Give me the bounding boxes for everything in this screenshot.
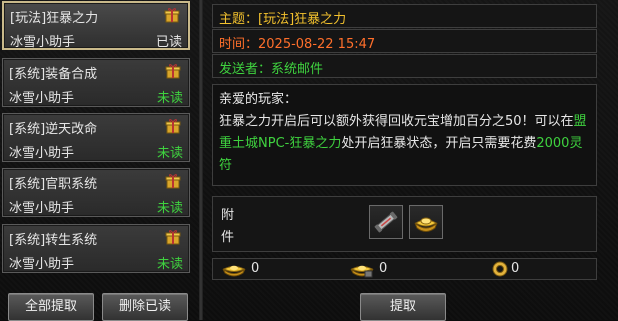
coin-total: 0 (491, 260, 519, 280)
scroll-item-icon (374, 211, 398, 233)
bound-ingot-icon (350, 265, 374, 278)
currency-totals: 0 0 0 (212, 258, 597, 280)
mail-subject: [系统]官职系统 (9, 177, 98, 192)
mail-item[interactable]: [玩法]狂暴之力 冰雪小助手 已读 (2, 1, 190, 50)
coin-total-value: 0 (511, 261, 520, 276)
gold-total-value: 0 (251, 261, 260, 276)
mail-sender: 冰雪小助手 (9, 146, 75, 161)
mail-subject: [系统]逆天改命 (9, 122, 98, 137)
mail-status: 未读 (156, 201, 183, 216)
time-field: 时间：2025-08-22 15:47 (212, 29, 597, 53)
mail-status: 未读 (156, 146, 183, 161)
coin-icon (492, 261, 508, 277)
panel-divider (199, 0, 203, 320)
mail-subject: [玩法]狂暴之力 (10, 11, 99, 26)
gift-icon (165, 174, 181, 189)
mail-sender: 冰雪小助手 (10, 35, 76, 50)
mail-sender: 冰雪小助手 (9, 91, 75, 106)
mail-content-part1: 狂暴之力开启后可以额外获得回收元宝增加百分之50！可以在 (219, 114, 574, 129)
mail-status: 已读 (155, 35, 182, 50)
mail-status: 未读 (156, 257, 183, 272)
gold-total: 0 (221, 260, 259, 280)
gold-ingot-icon (414, 217, 438, 232)
mail-subject: [系统]装备合成 (9, 67, 98, 82)
gift-icon (164, 8, 180, 23)
mail-subject: [系统]转生系统 (9, 233, 98, 248)
gift-icon (165, 64, 181, 79)
attachment-slot[interactable] (409, 205, 443, 239)
gift-icon (165, 119, 181, 134)
mail-body: 亲爱的玩家： 狂暴之力开启后可以额外获得回收元宝增加百分之50！可以在盟重土城N… (212, 84, 597, 186)
attachment-label: 附件 (221, 208, 235, 245)
gift-icon (165, 230, 181, 245)
bound-gold-total-value: 0 (379, 261, 388, 276)
mail-item[interactable]: [系统]转生系统 冰雪小助手 未读 (2, 224, 190, 273)
mail-body-text: 亲爱的玩家： 狂暴之力开启后可以额外获得回收元宝增加百分之50！可以在盟重土城N… (219, 89, 591, 177)
mail-detail-subject: 主题：[玩法]狂暴之力 (219, 12, 347, 27)
gold-ingot-icon (222, 265, 246, 277)
subject-field: 主题：[玩法]狂暴之力 (212, 4, 597, 28)
mail-detail-time: 时间：2025-08-22 15:47 (219, 37, 376, 52)
mail-status: 未读 (156, 91, 183, 106)
mail-content-part2: 处开启狂暴状态，开启只需要花费 (341, 136, 537, 151)
mail-item[interactable]: [系统]官职系统 冰雪小助手 未读 (2, 168, 190, 217)
mail-detail-sender: 发送者：系统邮件 (219, 62, 324, 77)
bound-gold-total: 0 (349, 260, 387, 280)
delete-read-button[interactable]: 删除已读 (102, 293, 188, 321)
mail-sender: 冰雪小助手 (9, 201, 75, 216)
mail-item[interactable]: [系统]逆天改命 冰雪小助手 未读 (2, 113, 190, 162)
mail-item[interactable]: [系统]装备合成 冰雪小助手 未读 (2, 58, 190, 107)
mail-content: 狂暴之力开启后可以额外获得回收元宝增加百分之50！可以在盟重土城NPC-狂暴之力… (219, 111, 591, 177)
sender-field: 发送者：系统邮件 (212, 54, 597, 78)
claim-button[interactable]: 提取 (360, 293, 446, 321)
claim-all-button[interactable]: 全部提取 (8, 293, 94, 321)
attachment-slot[interactable] (369, 205, 403, 239)
attachment-area: 附件 (212, 196, 597, 252)
mail-sender: 冰雪小助手 (9, 257, 75, 272)
mail-greeting: 亲爱的玩家： (219, 92, 298, 107)
